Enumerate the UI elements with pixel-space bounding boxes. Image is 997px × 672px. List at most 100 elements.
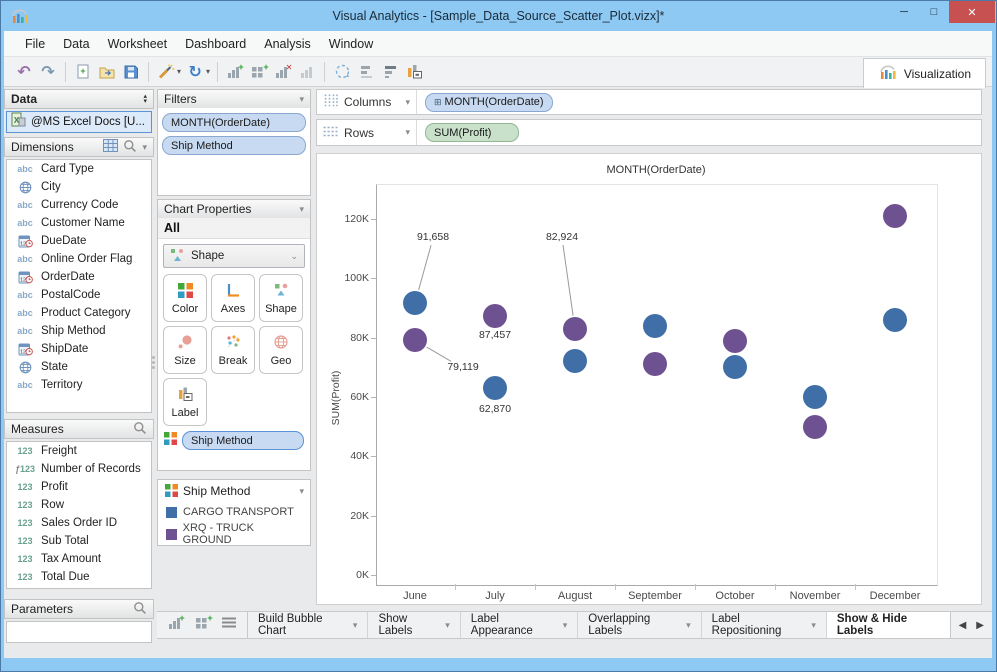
columns-pill-month-orderdate[interactable]: ⊞ MONTH(OrderDate) <box>425 92 553 112</box>
measure-total-due[interactable]: 123 Total Due <box>7 568 151 586</box>
visualization-button[interactable]: Visualization <box>862 58 986 88</box>
scatter-point[interactable] <box>403 291 427 316</box>
worksheet-tab-build-bubble-chart[interactable]: Build Bubble Chart ▾ <box>248 612 369 638</box>
align-bars-icon[interactable] <box>355 61 377 83</box>
axes-property-button[interactable]: Axes <box>211 274 255 322</box>
rows-pill-sum-profit[interactable]: SUM(Profit) <box>425 123 519 142</box>
color-property-button[interactable]: Color <box>163 274 207 322</box>
close-button[interactable]: ✕ <box>949 1 995 23</box>
chevron-down-icon[interactable]: ▾ <box>206 67 210 76</box>
measure-profit[interactable]: 123 Profit <box>7 478 151 496</box>
save-icon[interactable] <box>120 61 142 83</box>
chevron-down-icon[interactable]: ▾ <box>299 486 304 497</box>
format-wand-icon[interactable] <box>155 61 177 83</box>
search-icon[interactable] <box>133 601 147 618</box>
chart-disabled-icon[interactable] <box>296 61 318 83</box>
rotate-selection-icon[interactable] <box>331 61 353 83</box>
chevron-down-icon[interactable]: ▾ <box>686 620 691 631</box>
dimension-shipdate[interactable]: 12 ShipDate <box>7 340 151 358</box>
open-folder-icon[interactable] <box>96 61 118 83</box>
dimension-state[interactable]: State <box>7 358 151 376</box>
search-icon[interactable] <box>133 421 147 438</box>
mark-type-dropdown[interactable]: Shape ⌄ <box>163 244 305 268</box>
scope-selector[interactable]: All <box>158 218 310 239</box>
redo-icon[interactable]: ↷ <box>37 61 59 83</box>
measure-sub-total[interactable]: 123 Sub Total <box>7 532 151 550</box>
measure-number-of-records[interactable]: ƒ123 Number of Records <box>7 460 151 478</box>
data-source-item[interactable]: X @MS Excel Docs [U... <box>6 111 152 133</box>
menu-item-file[interactable]: File <box>16 33 54 55</box>
new-dashboard-icon[interactable]: + <box>194 613 213 636</box>
label-property-button[interactable]: Label <box>163 378 207 426</box>
refresh-icon[interactable]: ↻ <box>184 61 206 83</box>
delete-chart-icon[interactable]: ✕ <box>272 61 294 83</box>
dimension-orderdate[interactable]: 12 OrderDate <box>7 268 151 286</box>
chevron-down-icon[interactable]: ▾ <box>563 620 568 631</box>
dimension-currency-code[interactable]: abc Currency Code <box>7 196 151 214</box>
point-value-label[interactable]: 79,119 <box>433 361 493 373</box>
dimension-customer-name[interactable]: abc Customer Name <box>7 214 151 232</box>
shape-encoding-pill[interactable]: Ship Method <box>182 431 304 450</box>
scatter-point[interactable] <box>563 316 587 341</box>
filter-pill-month-orderdate[interactable]: MONTH(OrderDate) <box>162 113 306 132</box>
new-document-icon[interactable]: + <box>72 61 94 83</box>
point-value-label[interactable]: 62,870 <box>465 403 525 415</box>
dimension-card-type[interactable]: abc Card Type <box>7 160 151 178</box>
dimension-duedate[interactable]: 12 DueDate <box>7 232 151 250</box>
scatter-point[interactable] <box>803 385 827 409</box>
new-worksheet-icon[interactable]: + <box>167 613 186 636</box>
maximize-button[interactable]: □ <box>919 1 949 23</box>
table-view-icon[interactable] <box>103 139 119 155</box>
dimension-postalcode[interactable]: abc PostalCode <box>7 286 151 304</box>
geo-property-button[interactable]: Geo <box>259 326 303 374</box>
filter-pill-ship-method[interactable]: Ship Method <box>162 136 306 155</box>
chevron-down-icon[interactable]: ▾ <box>405 97 410 108</box>
chevron-down-icon[interactable]: ▾ <box>177 67 181 76</box>
dimension-product-category[interactable]: abc Product Category <box>7 304 151 322</box>
measure-tax-amount[interactable]: 123 Tax Amount <box>7 550 151 568</box>
scatter-point[interactable] <box>483 303 507 328</box>
scatter-point[interactable] <box>643 313 667 338</box>
tab-scroll-left-icon[interactable]: ◀ <box>959 620 967 631</box>
scatter-point[interactable] <box>883 307 907 332</box>
search-icon[interactable] <box>123 139 137 156</box>
worksheet-tab-show-labels[interactable]: Show Labels ▾ <box>368 612 461 638</box>
measure-sales-order-id[interactable]: 123 Sales Order ID <box>7 514 151 532</box>
chevron-down-icon[interactable]: ▾ <box>353 620 358 631</box>
minimize-button[interactable]: ─ <box>889 1 919 23</box>
shape-property-button[interactable]: Shape <box>259 274 303 322</box>
break-property-button[interactable]: Break <box>211 326 255 374</box>
chevron-down-icon[interactable]: ▾ <box>299 94 304 105</box>
worksheet-tab-overlapping-labels[interactable]: Overlapping Labels ▾ <box>578 612 702 638</box>
undo-icon[interactable]: ↶ <box>13 61 35 83</box>
scatter-point[interactable] <box>883 204 907 229</box>
menu-item-data[interactable]: Data <box>54 33 98 55</box>
scatter-point[interactable] <box>803 414 827 439</box>
size-property-button[interactable]: Size <box>163 326 207 374</box>
stack-bars-icon[interactable] <box>379 61 401 83</box>
dimension-territory[interactable]: abc Territory <box>7 376 151 394</box>
legend-item-xrq-truck-ground[interactable]: XRQ - TRUCK GROUND <box>158 520 310 548</box>
worksheet-tab-label-appearance[interactable]: Label Appearance ▾ <box>461 612 579 638</box>
menu-item-window[interactable]: Window <box>320 33 382 55</box>
expand-icon[interactable]: ⊞ <box>434 97 442 108</box>
chevron-down-icon[interactable]: ▾ <box>811 620 816 631</box>
add-dashboard-icon[interactable]: + <box>248 61 270 83</box>
point-value-label[interactable]: 91,658 <box>403 231 463 243</box>
tab-scroll-right-icon[interactable]: ▶ <box>976 620 984 631</box>
worksheet-tab-label-repositioning[interactable]: Label Repositioning ▾ <box>702 612 827 638</box>
list-view-icon[interactable] <box>221 616 237 634</box>
measure-freight[interactable]: 123 Freight <box>7 442 151 460</box>
legend-item-cargo-transport[interactable]: CARGO TRANSPORT <box>158 504 310 520</box>
dimension-ship-method[interactable]: abc Ship Method <box>7 322 151 340</box>
menu-item-dashboard[interactable]: Dashboard <box>176 33 255 55</box>
sort-updown-icon[interactable]: ▴ ▾ <box>143 93 147 105</box>
menu-item-analysis[interactable]: Analysis <box>255 33 320 55</box>
point-value-label[interactable]: 87,457 <box>465 329 525 341</box>
worksheet-tab-show-hide-labels[interactable]: Show & Hide Labels <box>826 612 951 638</box>
scatter-point[interactable] <box>723 328 747 353</box>
dimension-city[interactable]: City <box>7 178 151 196</box>
chevron-down-icon[interactable]: ▾ <box>445 620 450 631</box>
dimension-online-order-flag[interactable]: abc Online Order Flag <box>7 250 151 268</box>
measure-row[interactable]: 123 Row <box>7 496 151 514</box>
